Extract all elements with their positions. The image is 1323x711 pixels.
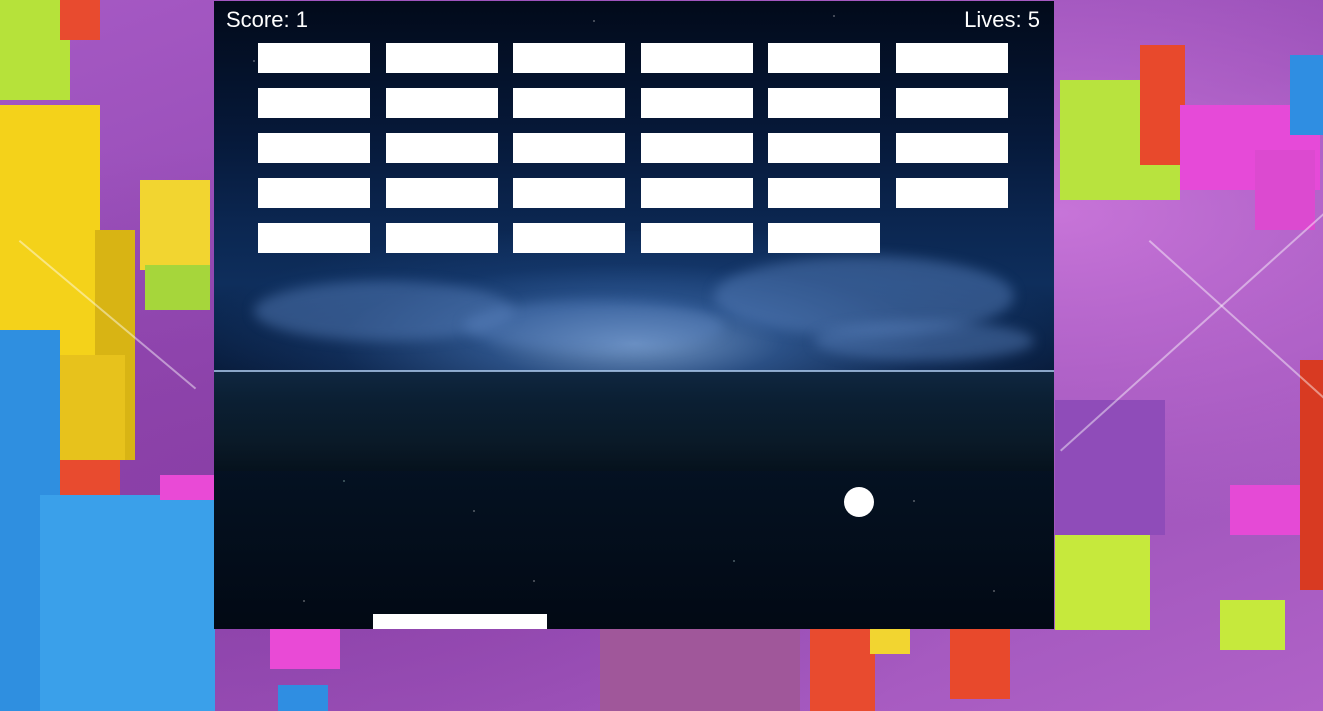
background-block (40, 495, 215, 711)
background-block (0, 105, 100, 355)
background-block (1140, 45, 1185, 165)
brick (258, 88, 370, 118)
brick (896, 43, 1008, 73)
brick (513, 223, 625, 253)
brick (641, 178, 753, 208)
brick (386, 88, 498, 118)
brick (513, 88, 625, 118)
brick (641, 133, 753, 163)
brick (513, 133, 625, 163)
brick (768, 88, 880, 118)
background-block (1220, 600, 1285, 650)
brick (386, 178, 498, 208)
background-block (160, 475, 215, 500)
brick (641, 43, 753, 73)
game-canvas[interactable]: Score: 1 Lives: 5 (214, 1, 1054, 629)
brick (896, 88, 1008, 118)
background-block (950, 629, 1010, 699)
background-block (1290, 55, 1323, 135)
brick (258, 43, 370, 73)
brick-wall (258, 43, 1018, 263)
brick (641, 223, 753, 253)
background-block (1055, 400, 1165, 535)
brick (513, 178, 625, 208)
brick (768, 178, 880, 208)
score-label: Score: 1 (226, 7, 308, 32)
background-line (1148, 240, 1323, 403)
background-block (270, 629, 340, 669)
brick (258, 178, 370, 208)
brick (768, 223, 880, 253)
brick (258, 223, 370, 253)
background-block (60, 0, 100, 40)
brick (386, 223, 498, 253)
brick (513, 43, 625, 73)
background-block (60, 460, 120, 495)
background-block (278, 685, 328, 711)
brick (386, 133, 498, 163)
brick (896, 178, 1008, 208)
background-block (1055, 535, 1150, 630)
brick (386, 43, 498, 73)
background-block (145, 265, 210, 310)
brick (768, 43, 880, 73)
brick (258, 133, 370, 163)
brick (641, 88, 753, 118)
brick (768, 133, 880, 163)
background-block (870, 629, 910, 654)
background-block (600, 629, 800, 711)
background-block (810, 629, 875, 711)
ball (844, 487, 874, 517)
background-block (1230, 485, 1300, 535)
lives-label: Lives: 5 (964, 7, 1040, 32)
brick (896, 133, 1008, 163)
paddle[interactable] (373, 614, 547, 629)
background-block (1255, 150, 1315, 230)
background-block (140, 180, 210, 270)
